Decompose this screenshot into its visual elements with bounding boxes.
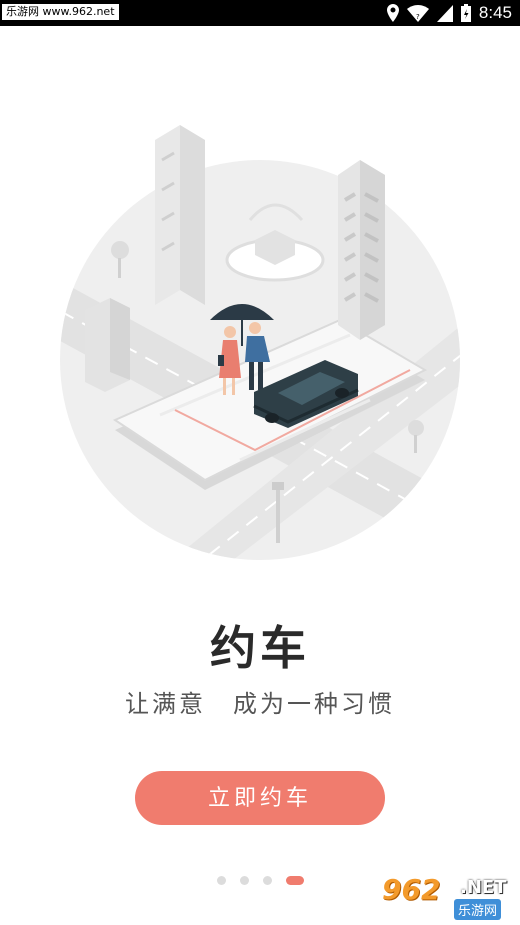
status-bar: 乐游网 www.962.net ? 8:45 (0, 0, 520, 26)
page-dot (216, 876, 226, 885)
city-car-illustration-icon (60, 125, 460, 560)
page-subtitle: 让满意 成为一种习惯 (125, 690, 395, 718)
location-icon (386, 4, 399, 22)
book-ride-button[interactable]: 立即约车 (135, 771, 385, 825)
battery-icon (460, 4, 471, 22)
page-dot (239, 876, 249, 885)
status-time: 8:45 (478, 3, 512, 22)
watermark-suffix: .NET (460, 877, 507, 898)
page-title: 约车 (210, 621, 310, 675)
wifi-icon: ? (406, 4, 429, 22)
watermark-number: 962 (382, 873, 441, 906)
watermark-label: 乐游网 www.962.net (2, 4, 119, 20)
status-icons: ? 8:45 (386, 0, 512, 26)
svg-text:?: ? (416, 13, 420, 21)
signal-icon (436, 4, 453, 22)
watermark-site-name: 乐游网 (454, 899, 502, 920)
page-dot (262, 876, 272, 885)
watermark-logo: 962 .NET 乐游网 (382, 873, 514, 920)
page-dot-active (285, 876, 304, 885)
